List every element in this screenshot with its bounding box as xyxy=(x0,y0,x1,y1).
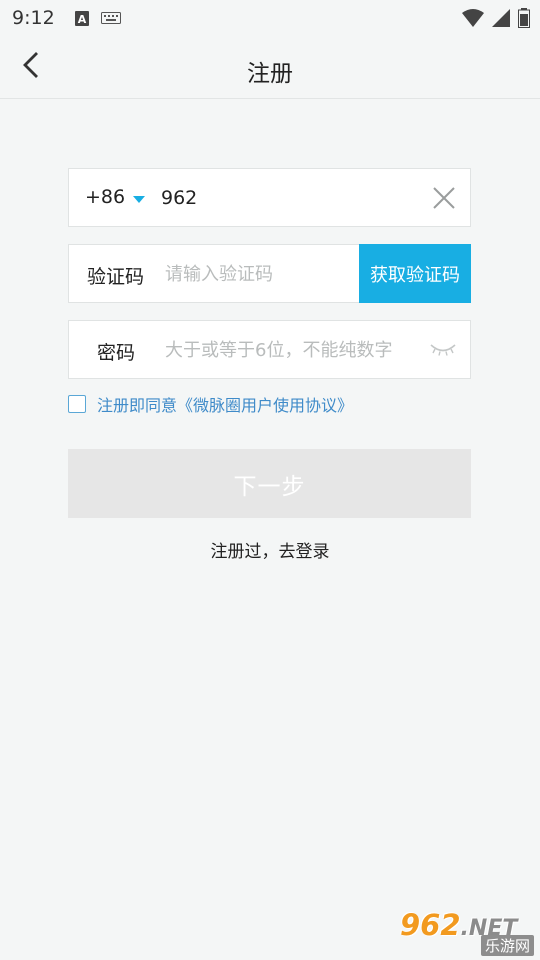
country-code: +86 xyxy=(85,186,126,208)
close-icon[interactable] xyxy=(432,186,456,210)
watermark-site-name: 乐游网 xyxy=(480,935,534,956)
verification-code-input[interactable] xyxy=(165,259,355,289)
signal-icon xyxy=(492,9,510,32)
login-link[interactable]: 注册过，去登录 xyxy=(0,537,540,562)
svg-text:A: A xyxy=(77,13,86,26)
agreement-checkbox[interactable] xyxy=(68,395,86,413)
phone-field-row: +86 xyxy=(68,168,471,227)
status-bar: 9:12 A xyxy=(0,0,540,36)
battery-icon xyxy=(518,8,530,33)
next-step-button[interactable]: 下一步 xyxy=(68,449,471,518)
country-code-selector[interactable]: +86 xyxy=(85,186,146,208)
status-time: 9:12 xyxy=(12,7,55,29)
verification-code-label: 验证码 xyxy=(87,266,145,288)
agreement-link[interactable]: 注册即同意《微脉圈用户使用协议》 xyxy=(97,392,353,416)
password-label: 密码 xyxy=(97,342,136,364)
password-input[interactable] xyxy=(165,335,415,365)
eye-closed-icon[interactable] xyxy=(430,342,456,358)
a-notification-icon: A xyxy=(74,10,89,26)
page-title: 注册 xyxy=(247,61,293,87)
wifi-icon xyxy=(462,9,484,32)
keyboard-icon xyxy=(100,12,121,24)
header: 注册 xyxy=(0,36,540,99)
agreement-row: 注册即同意《微脉圈用户使用协议》 xyxy=(68,392,353,416)
watermark-logo: 962.NET 乐游网 xyxy=(400,908,536,956)
dropdown-caret-icon xyxy=(133,186,146,208)
get-code-button[interactable]: 获取验证码 xyxy=(359,244,471,303)
phone-input[interactable] xyxy=(161,183,411,213)
password-row: 密码 xyxy=(68,320,471,379)
